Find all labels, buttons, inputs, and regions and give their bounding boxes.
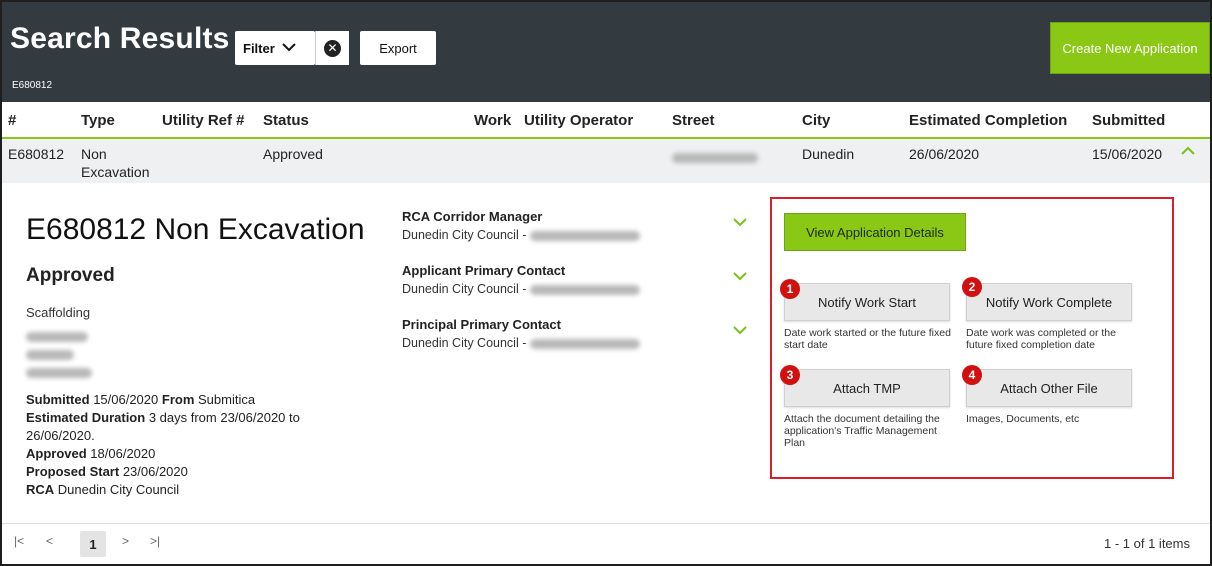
approved-line: Approved 18/06/2020 [26,446,156,461]
page-title: Search Results [10,22,230,55]
notify-work-complete-hint: Date work was completed or the future fi… [966,327,1116,351]
table-header: # Type Utility Ref # Status Work Utility… [2,102,1210,139]
cell-street-redacted [672,149,758,167]
export-button[interactable]: Export [360,31,436,65]
contact-role: RCA Corridor Manager [402,209,543,224]
contact-role: Principal Primary Contact [402,317,561,332]
filter-label: Filter [243,40,275,56]
current-record-id: E680812 [12,80,53,91]
results-header: Search Results Filter ✕ Export Create Ne… [2,2,1210,102]
attach-other-file-button[interactable]: Attach Other File [966,369,1132,407]
page-button-current[interactable]: 1 [80,531,106,557]
contact-org: Dunedin City Council - [402,336,762,350]
table-row[interactable]: E680812 Non Excavation Approved Dunedin … [2,139,1210,183]
address-line-redacted [26,365,126,383]
contact-role: Applicant Primary Contact [402,263,566,278]
create-new-application-button[interactable]: Create New Application [1050,22,1210,74]
cell-status: Approved [263,146,323,162]
chevron-down-icon[interactable] [732,323,748,341]
column-header-city[interactable]: City [802,112,830,129]
cell-id: E680812 [8,146,65,162]
detail-title: E680812 Non Excavation [26,213,365,246]
contact-org: Dunedin City Council - [402,282,762,296]
actions-highlight-box: View Application Details Notify Work Sta… [770,197,1174,479]
step-badge-3: 3 [780,365,800,385]
contact-org: Dunedin City Council - [402,228,762,242]
step-badge-4: 4 [962,365,982,385]
last-page-button[interactable]: >| [150,534,160,548]
detail-status: Approved [26,265,115,286]
column-header-street[interactable]: Street [672,112,715,129]
column-header-status[interactable]: Status [263,112,309,129]
chevron-down-icon[interactable] [732,269,748,287]
proposed-start-line: Proposed Start 23/06/2020 [26,464,188,479]
column-header-utility-ref[interactable]: Utility Ref # [162,112,245,129]
column-header-number[interactable]: # [8,112,16,129]
chevron-down-icon[interactable] [732,215,748,233]
step-badge-2: 2 [962,277,982,297]
contact-rca-corridor-manager[interactable]: RCA Corridor Manager Dunedin City Counci… [402,209,762,242]
cell-submitted: 15/06/2020 [1092,146,1163,162]
close-circle-icon: ✕ [324,39,341,57]
column-header-estimated-completion[interactable]: Estimated Completion [909,112,1067,129]
submitted-line: Submitted 15/06/2020 From Submitica [26,392,256,407]
rca-line: RCA Dunedin City Council [26,482,180,497]
view-application-details-button[interactable]: View Application Details [784,213,966,251]
column-header-submitted[interactable]: Submitted [1092,112,1165,129]
clear-filter-button[interactable]: ✕ [315,31,349,65]
estimated-duration-line: Estimated Duration 3 days from 23/06/202… [26,410,300,443]
cell-estimated-completion: 26/06/2020 [909,146,980,162]
attach-tmp-button[interactable]: Attach TMP [784,369,950,407]
chevron-up-icon[interactable] [1180,143,1196,161]
contact-principal-primary[interactable]: Principal Primary Contact Dunedin City C… [402,317,762,350]
notify-work-start-button[interactable]: Notify Work Start [784,283,950,321]
column-header-work[interactable]: Work [474,112,511,129]
attach-other-file-hint: Images, Documents, etc [966,413,1080,425]
attach-tmp-hint: Attach the document detailing the applic… [784,413,940,449]
column-header-utility-operator[interactable]: Utility Operator [524,112,633,129]
next-page-button[interactable]: > [122,534,129,548]
filter-button[interactable]: Filter [235,31,315,65]
prev-page-button[interactable]: < [46,534,53,548]
chevron-down-icon [281,40,297,56]
detail-work-type: Scaffolding [26,305,91,320]
notify-work-complete-button[interactable]: Notify Work Complete [966,283,1132,321]
step-badge-1: 1 [780,279,800,299]
detail-info: Submitted 15/06/2020 From Submitica Esti… [26,391,366,499]
cell-type: Non Excavation [81,146,150,180]
first-page-button[interactable]: |< [14,534,24,548]
address-line-redacted [26,347,126,365]
notify-work-start-hint: Date work started or the future fixed st… [784,327,951,351]
cell-city: Dunedin [802,146,855,162]
pagination-bar: |< < 1 > >| 1 - 1 of 1 items [2,523,1210,564]
column-header-type[interactable]: Type [81,112,115,129]
row-detail-panel: E680812 Non Excavation Approved Scaffold… [2,183,1210,523]
address-line-redacted [26,329,126,347]
contact-applicant-primary[interactable]: Applicant Primary Contact Dunedin City C… [402,263,762,296]
items-count: 1 - 1 of 1 items [1104,536,1190,551]
